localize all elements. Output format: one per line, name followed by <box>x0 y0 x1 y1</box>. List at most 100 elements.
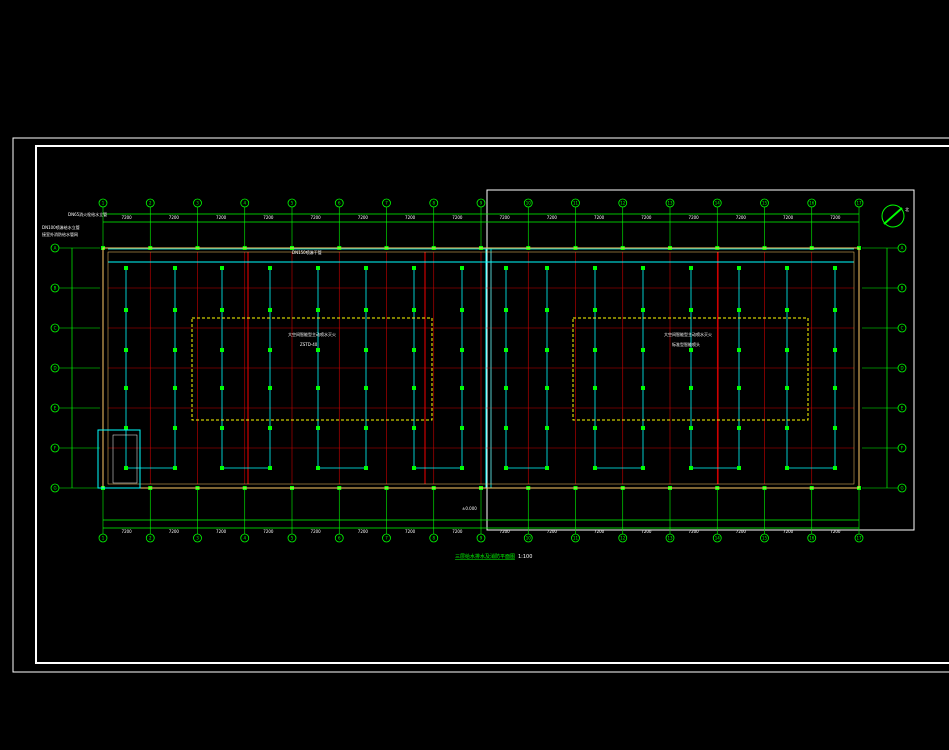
sprinkler-head <box>316 426 320 430</box>
axis-label: 11 <box>573 201 579 206</box>
sprinkler-head <box>833 308 837 312</box>
stair-core <box>97 429 141 489</box>
dimension-value: 7200 <box>736 215 747 220</box>
axis-label: A <box>54 246 57 251</box>
sprinkler-head <box>689 348 693 352</box>
dimension-value: 7200 <box>358 215 369 220</box>
dimension-value: 7200 <box>594 215 605 220</box>
left-note-1: DN65消火栓给水立管 <box>68 211 107 217</box>
sprinkler-head <box>737 426 741 430</box>
sprinkler-head <box>641 266 645 270</box>
axis-label: 15 <box>762 201 768 206</box>
grid-layer <box>102 247 860 489</box>
axis-label: 7 <box>385 201 388 206</box>
dimension-value: 7200 <box>263 215 274 220</box>
axis-label: D <box>900 366 903 371</box>
axis-label: 10 <box>526 536 532 541</box>
sprinkler-head <box>268 466 272 470</box>
dimension-value: 7200 <box>122 529 133 534</box>
sprinkler-head <box>124 348 128 352</box>
axis-label: 8 <box>432 201 435 206</box>
sprinkler-head <box>173 266 177 270</box>
axis-label: F <box>901 446 904 451</box>
dimension-value: 7200 <box>122 215 133 220</box>
axis-label: 4 <box>243 536 246 541</box>
axis-label: G <box>53 486 56 491</box>
sprinkler-head <box>785 308 789 312</box>
sprinkler-head <box>460 466 464 470</box>
axis-label: 13 <box>667 201 673 206</box>
sprinkler-head <box>737 266 741 270</box>
axis-label: 12 <box>620 536 626 541</box>
sprinkler-head <box>268 348 272 352</box>
sprinkler-head <box>124 266 128 270</box>
axis-label: C <box>54 326 57 331</box>
sprinkler-head <box>124 426 128 430</box>
sprinkler-head <box>545 348 549 352</box>
sprinkler-head <box>173 386 177 390</box>
dimension-value: 7200 <box>452 215 463 220</box>
dimension-value: 7200 <box>547 215 558 220</box>
sprinkler-head <box>364 308 368 312</box>
dimension-value: 7200 <box>263 529 274 534</box>
sprinkler-head <box>268 266 272 270</box>
room-label-right: 大空间智能型主动喷水灭火 <box>664 331 712 337</box>
sprinkler-head <box>785 426 789 430</box>
sprinkler-head <box>173 426 177 430</box>
sprinkler-head <box>220 308 224 312</box>
sub-note-right: 标准型智能喷头 <box>672 341 700 347</box>
sprinkler-head <box>364 348 368 352</box>
axis-label: 3 <box>196 201 199 206</box>
sprinkler-head <box>268 308 272 312</box>
sprinkler-head <box>412 426 416 430</box>
sprinkler-head <box>504 386 508 390</box>
room-label-left: 大空间智能型主动喷水灭火 <box>288 331 336 337</box>
sprinkler-head <box>833 386 837 390</box>
dimension-value: 7200 <box>216 529 227 534</box>
drawing-scale: 1:100 <box>518 554 532 560</box>
sprinkler-head <box>785 348 789 352</box>
sprinkler-head <box>220 426 224 430</box>
dimension-value: 7200 <box>783 529 794 534</box>
sprinkler-head <box>364 266 368 270</box>
axis-label: 2 <box>149 201 152 206</box>
sprinkler-head <box>220 348 224 352</box>
left-note-3: 接室外消防给水管网 <box>42 231 78 237</box>
axis-label: G <box>900 486 903 491</box>
dimension-value: 7200 <box>641 529 652 534</box>
axis-label: 16 <box>809 201 815 206</box>
axis-label: 5 <box>291 536 294 541</box>
sprinkler-head <box>689 266 693 270</box>
axis-label: 4 <box>243 201 246 206</box>
sprinkler-head <box>412 466 416 470</box>
sprinkler-head <box>460 386 464 390</box>
axis-label: 9 <box>480 201 483 206</box>
axis-label: 11 <box>573 536 579 541</box>
axis-label: E <box>901 406 904 411</box>
axis-label: 14 <box>715 536 721 541</box>
sprinkler-head <box>504 308 508 312</box>
sprinkler-head <box>593 348 597 352</box>
dimension-value: 7200 <box>689 529 700 534</box>
sprinkler-head <box>545 426 549 430</box>
dimension-value: 7200 <box>783 215 794 220</box>
axis-label: A <box>901 246 904 251</box>
axis-label: 5 <box>291 201 294 206</box>
sprinkler-head <box>268 386 272 390</box>
dimension-value: 7200 <box>216 215 227 220</box>
sprinkler-head <box>504 348 508 352</box>
sprinkler-head <box>689 426 693 430</box>
sprinkler-head <box>504 266 508 270</box>
dimension-value: 7200 <box>641 215 652 220</box>
sprinkler-head <box>412 386 416 390</box>
sprinkler-head <box>545 308 549 312</box>
axis-label: 12 <box>620 201 626 206</box>
sprinkler-head <box>124 466 128 470</box>
sprinkler-head <box>593 466 597 470</box>
sprinkler-head <box>460 308 464 312</box>
sprinkler-head <box>833 426 837 430</box>
sprinkler-head <box>641 386 645 390</box>
axis-label: 1 <box>102 536 105 541</box>
dimension-value: 7200 <box>452 529 463 534</box>
axis-label: 17 <box>856 201 862 206</box>
